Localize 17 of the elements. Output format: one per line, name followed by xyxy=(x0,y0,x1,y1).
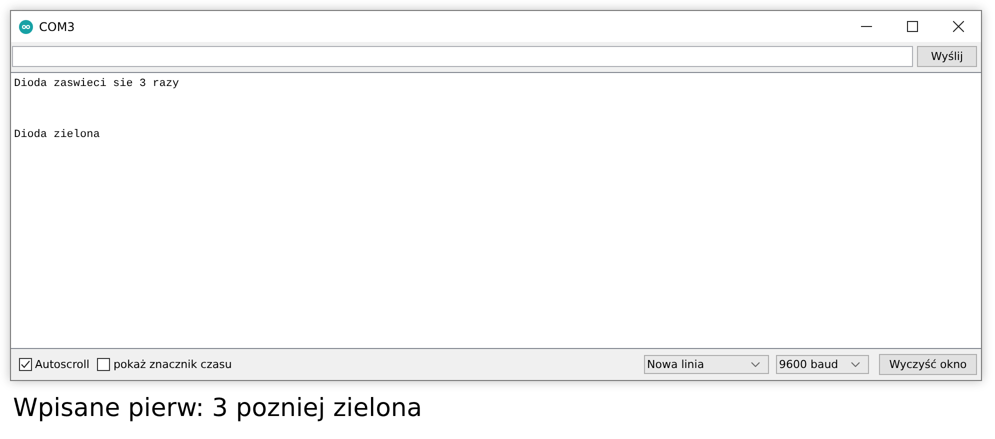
caption-text: Wpisane pierw: 3 pozniej zielona xyxy=(13,393,422,422)
close-icon xyxy=(952,21,964,32)
message-input-field[interactable] xyxy=(12,46,913,67)
window-title: COM3 xyxy=(39,20,75,34)
caret-icon xyxy=(751,362,760,367)
output-line: Dioda zaswieci sie 3 razy xyxy=(14,78,180,91)
app-logo-icon xyxy=(19,20,33,34)
checkmark-icon xyxy=(20,359,31,370)
option-checkbox[interactable]: Autoscroll xyxy=(19,358,90,371)
output-line: Dioda zielona xyxy=(14,129,101,142)
maximize-icon xyxy=(906,21,918,32)
baud-rate-dropdown[interactable]: 9600 baud xyxy=(776,355,869,374)
send-button[interactable]: Wyślij xyxy=(917,46,977,67)
caret-icon xyxy=(851,362,860,367)
option-checkbox[interactable]: pokaż znacznik czasu xyxy=(97,358,232,371)
clear-output-button[interactable]: Wyczyść okno xyxy=(879,354,977,375)
line-ending-dropdown[interactable]: Nowa linia xyxy=(644,355,769,374)
